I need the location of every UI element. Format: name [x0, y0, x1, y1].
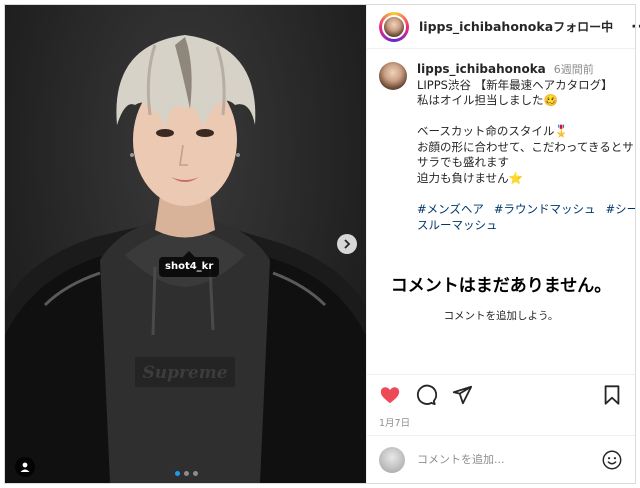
no-comments-subtitle: コメントを追加しよう。	[443, 310, 559, 322]
user-icon	[20, 462, 30, 472]
hashtag-link[interactable]: #メンズヘア	[417, 202, 484, 216]
caption: lipps_ichibahonoka 6週間前 LIPPS渋谷 【新年最速ヘアカ…	[379, 62, 635, 233]
user-tag-label[interactable]: shot4_kr	[159, 251, 220, 277]
more-options-icon[interactable]: ···	[631, 19, 640, 35]
story-ring[interactable]	[379, 11, 409, 42]
carousel-dot	[175, 471, 180, 476]
heart-icon	[380, 387, 400, 404]
bookmark-icon	[604, 385, 620, 405]
emoji-icon	[602, 450, 622, 469]
tagged-users-button[interactable]	[15, 457, 35, 477]
comment-button[interactable]	[415, 384, 437, 406]
post-header: lipps_ichibahonoka フォロー中 ···	[367, 5, 640, 49]
header-username[interactable]: lipps_ichibahonoka	[419, 19, 553, 34]
post-photo[interactable]: Supreme shot4_kr	[5, 5, 366, 483]
share-icon	[452, 385, 473, 405]
no-comments-title: コメントはまだありません。	[390, 276, 612, 296]
post-sidebar: lipps_ichibahonoka フォロー中 ··· lipps_ichib…	[366, 5, 640, 483]
caption-line: 私はオイル担当しました🥴	[417, 93, 558, 107]
following-button[interactable]: フォロー中	[553, 18, 613, 35]
caption-line: 迫力も負けません⭐	[417, 170, 523, 185]
current-user-avatar	[379, 446, 405, 473]
caption-avatar[interactable]	[379, 62, 407, 90]
no-comments-message: コメントはまだありません。 コメントを追加しよう。	[367, 271, 635, 323]
caption-line: サラでも盛れます	[417, 155, 509, 169]
action-bar	[367, 374, 635, 415]
caption-username[interactable]: lipps_ichibahonoka	[417, 62, 546, 78]
caption-line: お顔の形に合わせて、こだわってきるとサラ	[417, 139, 635, 154]
share-button[interactable]	[451, 384, 473, 406]
supreme-logo: Supreme	[142, 363, 227, 383]
comment-input[interactable]	[415, 452, 601, 467]
hashtag-link[interactable]: #ラウンドマッシュ	[494, 202, 596, 216]
portrait-illustration: Supreme	[5, 35, 366, 483]
add-comment-bar	[367, 435, 635, 483]
avatar	[382, 14, 406, 39]
post-dialog: Supreme shot4_kr lipps_ichibahonoka フォロー…	[4, 4, 640, 484]
save-button[interactable]	[601, 384, 623, 406]
caption-line: LIPPS渋谷 【新年最速ヘアカタログ】	[417, 77, 613, 92]
emoji-button[interactable]	[601, 449, 623, 471]
comment-icon	[416, 384, 437, 406]
chevron-right-icon	[344, 239, 351, 249]
caption-body: lipps_ichibahonoka 6週間前 LIPPS渋谷 【新年最速ヘアカ…	[417, 62, 635, 233]
next-image-button[interactable]	[337, 234, 357, 254]
caption-timestamp[interactable]: 6週間前	[554, 62, 594, 78]
carousel-dot	[184, 471, 189, 476]
hashtag-list: #メンズヘア #ラウンドマッシュ #シースルーマッシュ	[417, 201, 635, 233]
comments-area: lipps_ichibahonoka 6週間前 LIPPS渋谷 【新年最速ヘアカ…	[367, 49, 635, 374]
carousel-indicator	[175, 471, 198, 476]
carousel-dot	[193, 471, 198, 476]
caption-line: ベースカット命のスタイル🎖️	[417, 124, 569, 138]
post-date[interactable]: 1月7日	[367, 415, 635, 435]
like-button[interactable]	[379, 384, 401, 406]
